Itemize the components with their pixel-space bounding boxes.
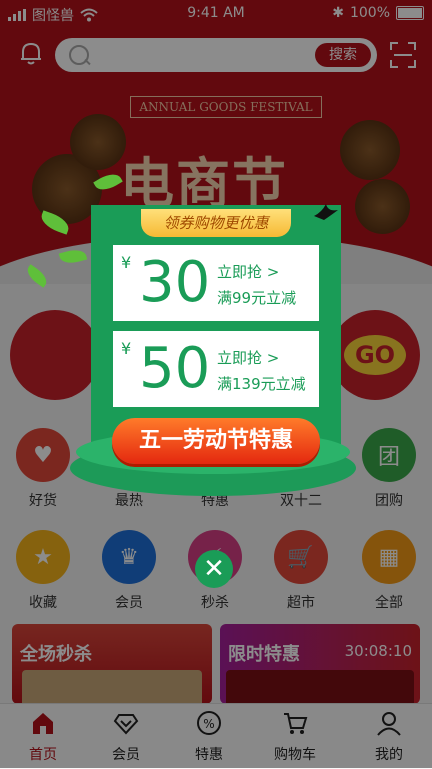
coupon-claim-link[interactable]: 立即抢 > <box>217 347 279 368</box>
coupon-amount: 50 <box>139 336 211 401</box>
popup-header: 领券购物更优惠 <box>141 209 291 237</box>
coupon-condition: 满139元立减 <box>217 375 306 393</box>
swallow-icon <box>314 204 338 220</box>
coupon-claim-link[interactable]: 立即抢 > <box>217 261 279 282</box>
coupon-amount: 30 <box>139 250 211 315</box>
may-day-cta-button[interactable]: 五一劳动节特惠 <box>112 418 320 464</box>
coupon-currency: ¥ <box>121 253 132 272</box>
coupon-card-30[interactable]: ¥ 30 立即抢 > 满99元立减 <box>113 245 319 321</box>
close-icon[interactable]: ✕ <box>195 550 233 588</box>
coupon-popup: 领券购物更优惠 ¥ 30 立即抢 > 满99元立减 ¥ 50 立即抢 > 满13… <box>91 205 341 450</box>
coupon-card-50[interactable]: ¥ 50 立即抢 > 满139元立减 <box>113 331 319 407</box>
coupon-currency: ¥ <box>121 339 132 358</box>
coupon-condition: 满99元立减 <box>217 289 297 307</box>
